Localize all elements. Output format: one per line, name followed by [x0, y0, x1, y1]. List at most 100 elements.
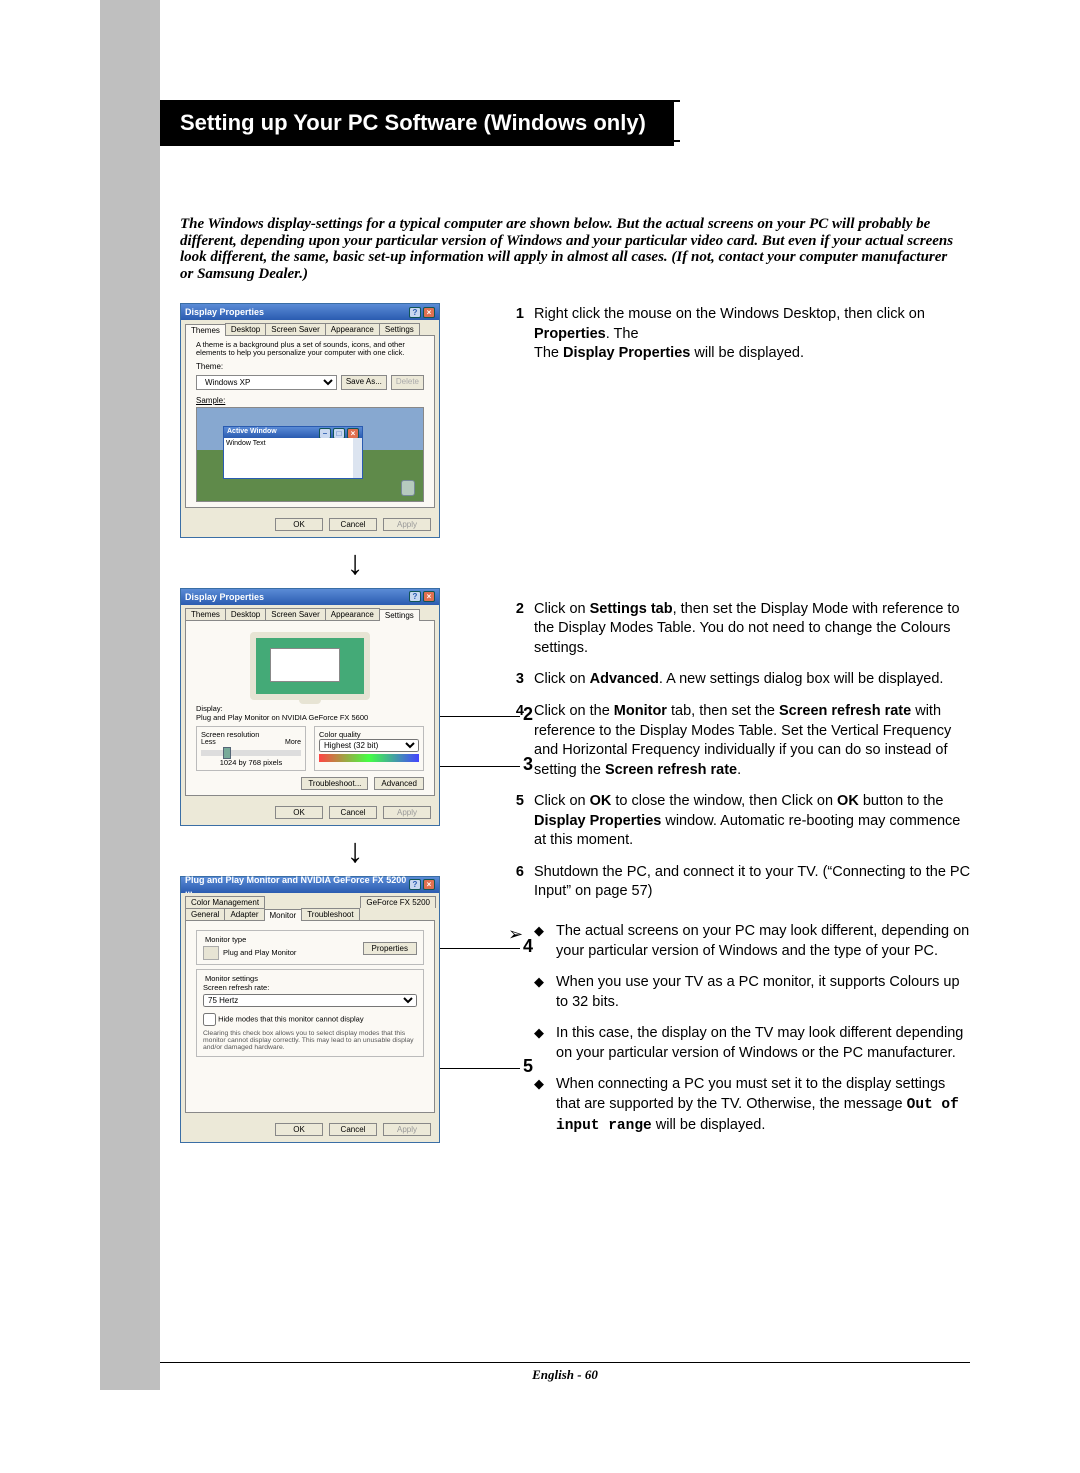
- bullet-icon: ◆: [534, 973, 556, 1012]
- tab-geforce[interactable]: GeForce FX 5200: [360, 896, 436, 908]
- theme-select[interactable]: Windows XP: [196, 375, 337, 390]
- active-window-title: Active Window: [227, 428, 277, 437]
- dialog-body: A theme is a background plus a set of so…: [185, 335, 435, 508]
- step-text: Right click the mouse on the Windows Des…: [534, 305, 973, 364]
- note-item: ◆When connecting a PC you must set it to…: [534, 1075, 973, 1136]
- note-item: ◆In this case, the display on the TV may…: [534, 1024, 973, 1063]
- theme-description: A theme is a background plus a set of so…: [196, 341, 424, 358]
- recycle-bin-icon: [401, 480, 415, 496]
- step-number: 3: [508, 670, 534, 690]
- dialog-body: Display: Plug and Play Monitor on NVIDIA…: [185, 620, 435, 796]
- display-properties-settings-dialog: Display Properties ?× Themes Desktop Scr…: [180, 588, 440, 826]
- less-label: Less: [201, 739, 216, 746]
- apply-button: Apply: [383, 1123, 431, 1136]
- step-text: Shutdown the PC, and connect it to your …: [534, 863, 973, 902]
- delete-button: Delete: [391, 375, 424, 390]
- tabs: Themes Desktop Screen Saver Appearance S…: [181, 605, 439, 620]
- titlebar-text: Display Properties: [185, 307, 264, 317]
- step-6: 6 Shutdown the PC, and connect it to you…: [508, 863, 973, 902]
- help-icon[interactable]: ?: [409, 307, 421, 318]
- hide-modes-checkbox[interactable]: [203, 1013, 216, 1026]
- screen-resolution-group: Screen resolution Less More 1024 by 768 p…: [196, 726, 306, 771]
- tab-settings[interactable]: Settings: [379, 609, 420, 621]
- tab-settings[interactable]: Settings: [379, 323, 420, 335]
- resolution-slider[interactable]: [201, 750, 301, 756]
- bullet-icon: ◆: [534, 1024, 556, 1063]
- step-3: 3 Click on Advanced. A new settings dial…: [508, 670, 973, 690]
- monitor-icon: [203, 946, 219, 960]
- step-text: Click on Advanced. A new settings dialog…: [534, 670, 973, 690]
- sample-label: Sample:: [196, 396, 424, 405]
- display-properties-themes-dialog: Display Properties ? × Themes Desktop Sc…: [180, 303, 440, 538]
- troubleshoot-button[interactable]: Troubleshoot...: [301, 777, 368, 790]
- note-list: ◆The actual screens on your PC may look …: [534, 922, 973, 1148]
- step-4: 4 Click on the Monitor tab, then set the…: [508, 702, 973, 780]
- help-icon[interactable]: ?: [409, 591, 421, 602]
- tab-appearance[interactable]: Appearance: [325, 608, 380, 620]
- ok-button[interactable]: OK: [275, 518, 323, 531]
- tab-monitor[interactable]: Monitor: [264, 909, 303, 921]
- titlebar-text: Plug and Play Monitor and NVIDIA GeForce…: [185, 875, 409, 895]
- note-text: When you use your TV as a PC monitor, it…: [556, 973, 973, 1012]
- preview-active-window: Active Window –□× Window Text: [223, 426, 363, 479]
- tab-adapter[interactable]: Adapter: [224, 908, 264, 920]
- tab-themes[interactable]: Themes: [185, 324, 226, 336]
- tab-desktop[interactable]: Desktop: [225, 608, 266, 620]
- step-1: 1 Right click the mouse on the Windows D…: [508, 305, 973, 364]
- monitor-settings-group: Monitor settings Screen refresh rate: 75…: [196, 969, 424, 1057]
- step-text: Click on OK to close the window, then Cl…: [534, 792, 973, 851]
- sr-label: Screen resolution: [201, 730, 301, 739]
- monitor-type-group: Monitor type Plug and Play Monitor Prope…: [196, 930, 424, 965]
- cancel-button[interactable]: Cancel: [329, 518, 377, 531]
- step-5: 5 Click on OK to close the window, then …: [508, 792, 973, 851]
- srr-label: Screen refresh rate:: [203, 983, 417, 992]
- ms-label: Monitor settings: [203, 974, 260, 983]
- tab-appearance[interactable]: Appearance: [325, 323, 380, 335]
- bullet-icon: ◆: [534, 922, 556, 961]
- step-number: 6: [508, 863, 534, 902]
- color-bar: [319, 754, 419, 762]
- titlebar: Plug and Play Monitor and NVIDIA GeForce…: [181, 877, 439, 893]
- tab-troubleshoot[interactable]: Troubleshoot: [301, 908, 359, 920]
- display-label: Display:: [196, 704, 424, 713]
- hide-label: Hide modes that this monitor cannot disp…: [218, 1014, 364, 1023]
- refresh-rate-select[interactable]: 75 Hertz: [203, 994, 417, 1007]
- save-as-button[interactable]: Save As...: [341, 375, 387, 390]
- theme-label: Theme:: [196, 362, 424, 371]
- titlebar-text: Display Properties: [185, 592, 264, 602]
- help-icon[interactable]: ?: [409, 879, 421, 890]
- cancel-button[interactable]: Cancel: [329, 1123, 377, 1136]
- ok-button[interactable]: OK: [275, 1123, 323, 1136]
- step-number: 1: [508, 305, 534, 364]
- arrow-down-icon: ↓: [180, 834, 530, 868]
- cancel-button[interactable]: Cancel: [329, 806, 377, 819]
- side-accent-bar: [100, 0, 160, 1390]
- note-arrow-icon: ➢: [508, 922, 534, 1148]
- monitor-advanced-dialog: Plug and Play Monitor and NVIDIA GeForce…: [180, 876, 440, 1143]
- advanced-button[interactable]: Advanced: [374, 777, 424, 790]
- mt-label: Monitor type: [203, 935, 248, 944]
- tab-desktop[interactable]: Desktop: [225, 323, 266, 335]
- scrollbar: [353, 438, 362, 478]
- note-text: When connecting a PC you must set it to …: [556, 1075, 973, 1136]
- close-icon[interactable]: ×: [423, 591, 435, 602]
- tab-color-management[interactable]: Color Management: [185, 896, 265, 908]
- close-icon[interactable]: ×: [423, 879, 435, 890]
- close-icon[interactable]: ×: [423, 307, 435, 318]
- note-text: The actual screens on your PC may look d…: [556, 922, 973, 961]
- tab-screensaver[interactable]: Screen Saver: [265, 323, 325, 335]
- tab-general[interactable]: General: [185, 908, 225, 920]
- tab-themes[interactable]: Themes: [185, 608, 226, 620]
- tab-screensaver[interactable]: Screen Saver: [265, 608, 325, 620]
- properties-button[interactable]: Properties: [363, 942, 417, 955]
- instructions-column: 1 Right click the mouse on the Windows D…: [508, 305, 973, 1148]
- resolution-value: 1024 by 768 pixels: [201, 758, 301, 767]
- dialog-body: Monitor type Plug and Play Monitor Prope…: [185, 920, 435, 1113]
- monitor-preview: [250, 632, 370, 700]
- step-number: 5: [508, 792, 534, 851]
- note-item: ◆When you use your TV as a PC monitor, i…: [534, 973, 973, 1012]
- more-label: More: [285, 739, 301, 746]
- color-quality-select[interactable]: Highest (32 bit): [319, 739, 419, 752]
- ok-button[interactable]: OK: [275, 806, 323, 819]
- apply-button: Apply: [383, 806, 431, 819]
